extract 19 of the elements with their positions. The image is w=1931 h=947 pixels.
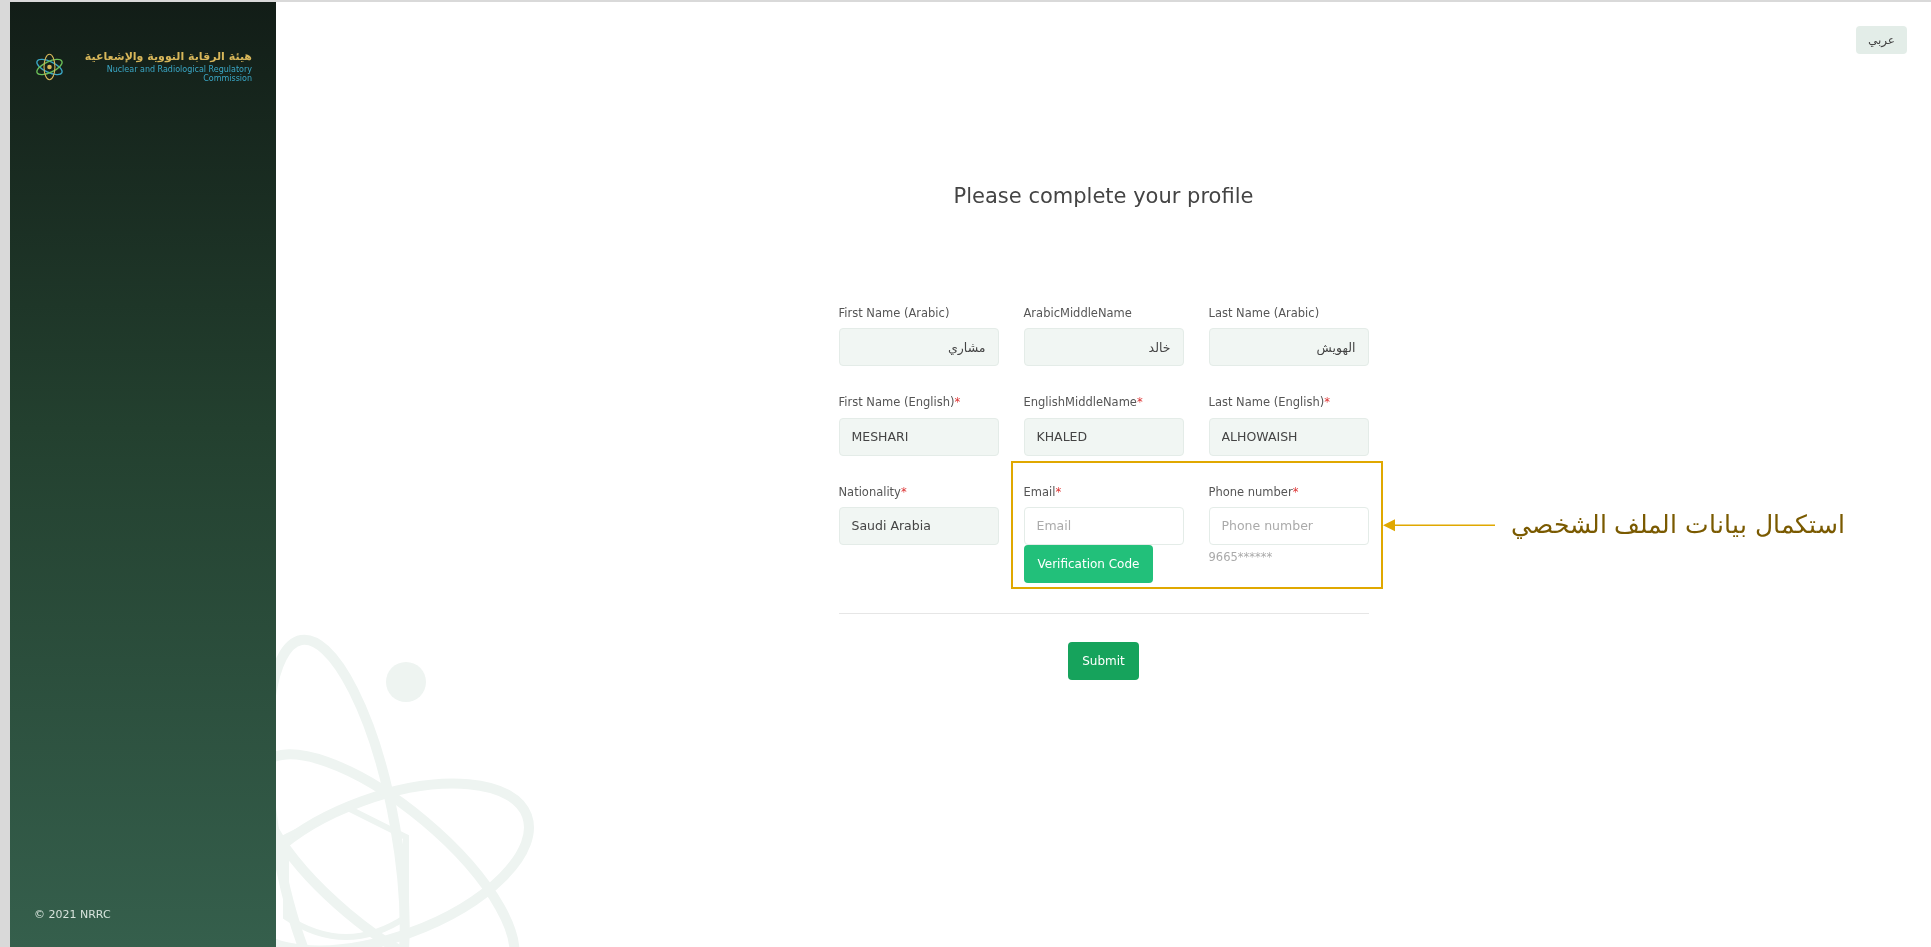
field-label: First Name (English)* [838, 394, 962, 412]
field-label: EnglishMiddleName* [1023, 394, 1144, 412]
page-title: Please complete your profile [953, 184, 1254, 210]
field-label: Last Name (English)* [1208, 394, 1331, 412]
phone-format-hint: 9665****** [1208, 548, 1274, 566]
field-label: First Name (Arabic) [838, 305, 951, 323]
language-button[interactable]: عربي [1855, 26, 1907, 54]
arrow-icon [1382, 518, 1495, 533]
copyright-text: © 2021 NRRC [34, 906, 112, 923]
field-label: Email* [1023, 483, 1063, 501]
logo-subtitle: Nuclear and Radiological Regulatory Commission [105, 64, 252, 84]
field-label: Phone number* [1208, 483, 1300, 501]
field-label: ArabicMiddleName [1023, 305, 1133, 323]
input-field[interactable]: Phone number [1208, 506, 1369, 545]
input-field[interactable]: Email [1023, 506, 1184, 545]
field-label: Nationality* [838, 483, 908, 501]
annotation-text: استكمال بيانات الملف الشخصي [1510, 509, 1846, 542]
logo-title: هيئة الرقابة النووية والإشعاعية [83, 50, 252, 65]
field-label: Last Name (Arabic) [1208, 305, 1321, 323]
